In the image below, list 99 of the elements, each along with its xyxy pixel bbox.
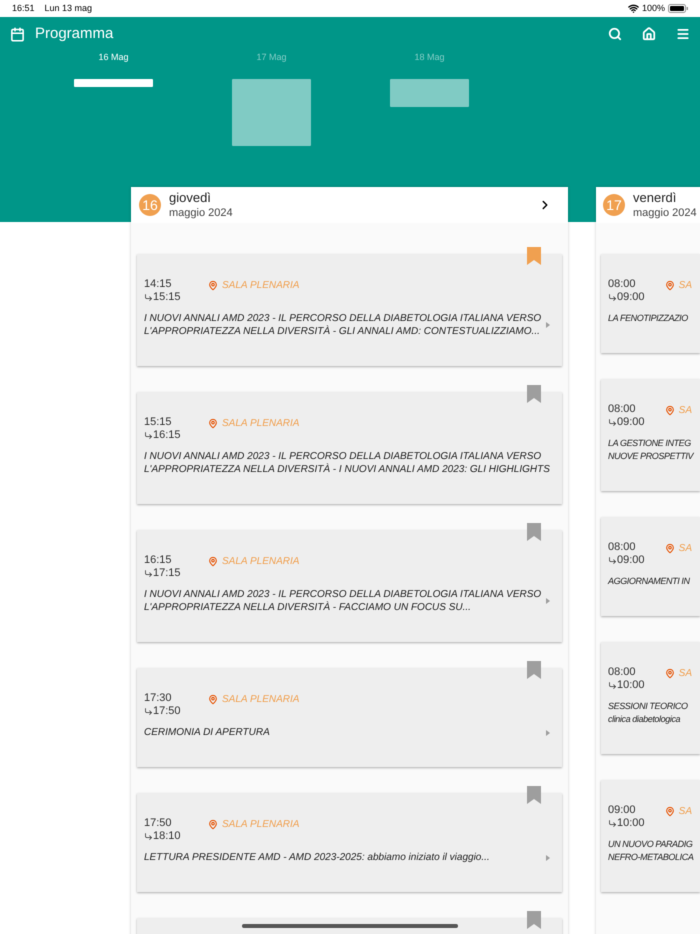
room-label: SA <box>678 279 692 293</box>
end-time: 17:15 <box>153 567 181 580</box>
event-title: LA FENOTIPIZZAZIO <box>608 312 689 325</box>
location-pin-icon <box>208 556 218 567</box>
start-time: 17:50 <box>144 817 173 830</box>
event-title: L'APPROPRIATEZZA NELLA DIVERSITÀ - I NUOVI ANNALI AMD 2023: GLI HIGHLIGHTS <box>144 463 550 476</box>
end-arrow-icon <box>144 707 153 716</box>
end-arrow-icon <box>144 431 153 440</box>
room-label: SALA PLENARIA <box>222 279 300 293</box>
event-title: NUOVE PROSPETTIV <box>608 450 694 463</box>
location-pin-icon <box>664 543 675 554</box>
room-label: SA <box>678 542 692 556</box>
start-time: 17:30 <box>144 692 173 705</box>
end-arrow-icon <box>608 556 617 565</box>
end-arrow-icon <box>608 418 617 427</box>
bookmark-icon[interactable] <box>527 523 541 541</box>
end-arrow-icon <box>144 293 153 302</box>
end-time: 09:00 <box>617 291 645 304</box>
start-time: 08:00 <box>608 403 637 416</box>
bookmark-icon[interactable] <box>527 385 541 403</box>
bookmark-icon[interactable] <box>527 247 541 265</box>
event-title: AGGIORNAMENTI IN <box>608 575 691 588</box>
event-card[interactable]: 16:15 17:15 SALA PLENARIA I NUOVI ANNALI AMD 2023 - IL PERCORSO DELLA DIABETOLOGIA ITALIANA VERSO L'APPROPRIATEZZA NELLA DIVERSITÀ - FACCIAMO UN FOCUS SU... <box>137 530 562 642</box>
end-time: 09:00 <box>617 416 645 429</box>
bookmark-icon[interactable] <box>527 661 541 679</box>
end-arrow-icon <box>144 569 153 578</box>
battery-icon <box>668 4 688 13</box>
event-card[interactable]: 15:15 16:15 SALA PLENARIA I NUOVI ANNALI AMD 2023 - IL PERCORSO DELLA DIABETOLOGIA ITALIANA VERSO L'APPROPRIATEZZA NELLA DIVERSITÀ - I NUOVI ANNALI AMD 2023: GLI HIGHLIGHTS <box>137 392 562 504</box>
room-label: SALA PLENARIA <box>222 693 300 707</box>
start-time: 09:00 <box>608 804 637 817</box>
status-date: Lun 13 mag <box>44 2 92 15</box>
room-label: SALA PLENARIA <box>222 417 300 431</box>
room-label: SA <box>678 404 692 418</box>
event-title: L'APPROPRIATEZZA NELLA DIVERSITÀ - GLI ANNALI AMD: CONTESTUALIZZIAMO... <box>144 325 541 338</box>
event-title: NEFRO-METABOLICA <box>608 851 694 864</box>
day-number-badge: 17 <box>603 194 625 216</box>
end-arrow-icon <box>144 832 153 841</box>
event-title: I NUOVI ANNALI AMD 2023 - IL PERCORSO DELLA DIABETOLOGIA ITALIANA VERSO <box>144 588 542 601</box>
event-card[interactable]: 17:50 18:10 SALA PLENARIA LETTURA PRESIDENTE AMD - AMD 2023-2025: abbiamo iniziato il viaggio... <box>137 793 562 892</box>
end-arrow-icon <box>608 681 617 690</box>
search-icon[interactable] <box>608 27 622 41</box>
room-label: SA <box>678 805 692 819</box>
event-title: I NUOVI ANNALI AMD 2023 - IL PERCORSO DELLA DIABETOLOGIA ITALIANA VERSO <box>144 312 542 325</box>
event-card[interactable]: 08:00 09:00 SA LA GESTIONE INTEG NUOVE PROSPETTIV <box>601 379 700 491</box>
end-time: 15:15 <box>153 291 181 304</box>
event-title: clinica diabetologica <box>608 713 682 726</box>
event-card[interactable]: 08:00 10:00 SA SESSIONI TEORICO clinica diabetologica <box>601 642 700 754</box>
event-title: LA GESTIONE INTEG <box>608 437 692 450</box>
event-card[interactable]: 09:00 10:00 SA UN NUOVO PARADIG NEFRO-METABOLICA <box>601 780 700 892</box>
room-label: SALA PLENARIA <box>222 555 300 569</box>
location-pin-icon <box>208 694 218 705</box>
menu-icon[interactable] <box>676 27 690 41</box>
event-card[interactable]: 17:30 17:50 SALA PLENARIA CERIMONIA DI APERTURA <box>137 668 562 767</box>
bookmark-icon[interactable] <box>527 911 541 929</box>
end-time: 17:50 <box>153 705 181 718</box>
location-pin-icon <box>208 819 218 830</box>
start-time: 16:15 <box>144 554 173 567</box>
location-pin-icon <box>664 405 675 416</box>
end-time: 18:10 <box>153 830 181 843</box>
event-card[interactable]: 08:00 09:00 SA AGGIORNAMENTI IN <box>601 517 700 616</box>
app-title: Programma <box>35 24 114 44</box>
event-title: SESSIONI TEORICO <box>608 700 689 713</box>
event-card[interactable]: 08:00 09:00 SA LA FENOTIPIZZAZIO <box>601 254 700 353</box>
start-time: 08:00 <box>608 666 637 679</box>
calendar-icon[interactable] <box>10 26 25 42</box>
battery-percent: 100% <box>642 2 665 15</box>
day-number-badge: 16 <box>139 194 161 216</box>
home-icon[interactable] <box>642 27 656 41</box>
bookmark-icon[interactable] <box>527 786 541 804</box>
location-pin-icon <box>208 418 218 429</box>
end-time: 16:15 <box>153 429 181 442</box>
start-time: 15:15 <box>144 416 173 429</box>
location-pin-icon <box>664 280 675 291</box>
start-time: 14:15 <box>144 278 173 291</box>
event-title: I NUOVI ANNALI AMD 2023 - IL PERCORSO DELLA DIABETOLOGIA ITALIANA VERSO <box>144 450 542 463</box>
end-arrow-icon <box>608 293 617 302</box>
status-time: 16:51 <box>12 2 35 15</box>
date-tab[interactable]: 16 Mag <box>74 51 153 146</box>
month-label: maggio 2024 <box>169 206 234 220</box>
wifi-icon <box>628 3 639 14</box>
start-time: 08:00 <box>608 278 637 291</box>
event-title: L'APPROPRIATEZZA NELLA DIVERSITÀ - FACCIAMO UN FOCUS SU... <box>144 601 472 614</box>
location-pin-icon <box>664 668 675 679</box>
room-label: SALA PLENARIA <box>222 818 300 832</box>
month-label: maggio 2024 <box>633 206 697 220</box>
weekday-label: giovedì <box>169 190 212 206</box>
end-arrow-icon <box>608 819 617 828</box>
event-title: LETTURA PRESIDENTE AMD - AMD 2023-2025: abbiamo iniziato il viaggio... <box>144 851 491 864</box>
room-label: SA <box>678 667 692 681</box>
end-time: 09:00 <box>617 554 645 567</box>
location-pin-icon <box>664 806 675 817</box>
end-time: 10:00 <box>617 679 645 692</box>
event-title: UN NUOVO PARADIG <box>608 838 694 851</box>
location-pin-icon <box>208 280 218 291</box>
weekday-label: venerdì <box>633 190 678 206</box>
event-card[interactable]: 14:15 15:15 SALA PLENARIA I NUOVI ANNALI AMD 2023 - IL PERCORSO DELLA DIABETOLOGIA ITALIANA VERSO L'APPROPRIATEZZA NELLA DIVERSITÀ - GLI ANNALI AMD: CONTESTUALIZZIAMO... <box>137 254 562 366</box>
end-time: 10:00 <box>617 817 645 830</box>
event-title: CERIMONIA DI APERTURA <box>144 726 271 739</box>
start-time: 08:00 <box>608 541 637 554</box>
